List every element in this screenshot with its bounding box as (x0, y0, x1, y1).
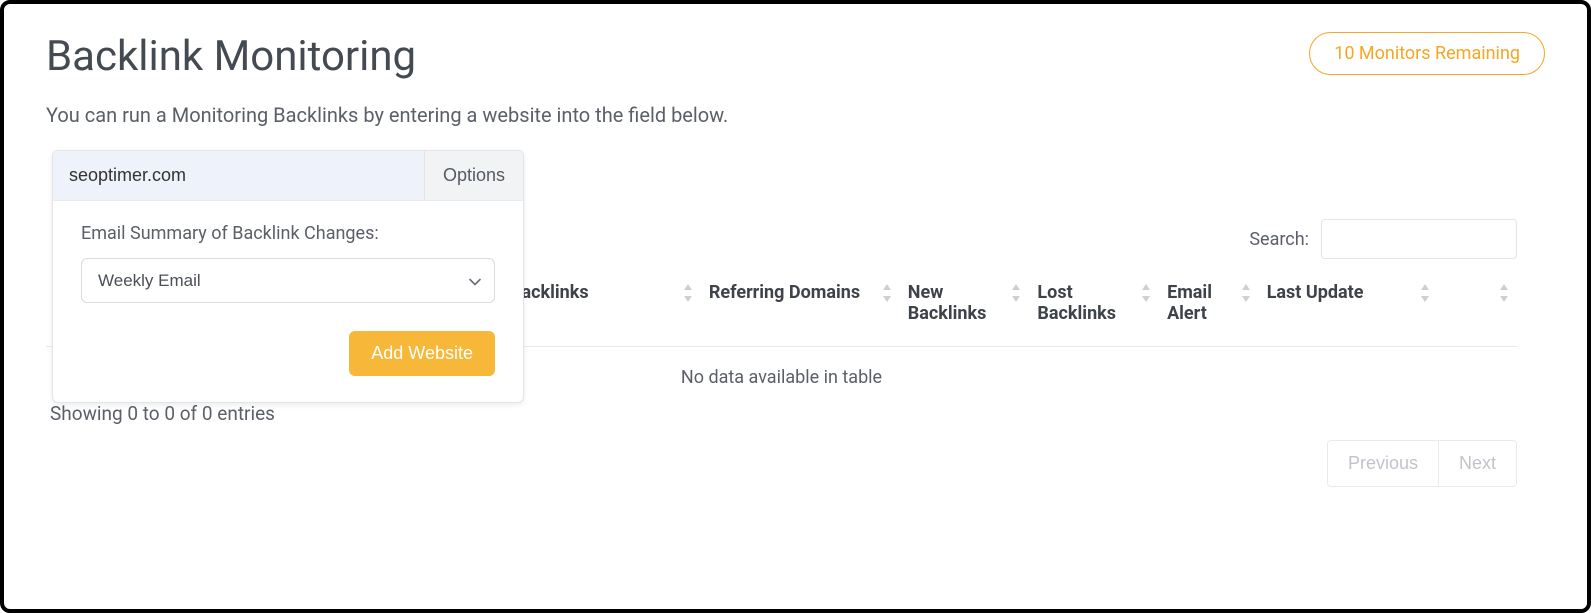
pagination: Previous Next (1327, 440, 1517, 487)
column-email-alert[interactable]: Email Alert (1159, 266, 1259, 347)
popover-header: Options (53, 151, 523, 201)
website-input-wrap (53, 151, 424, 200)
column-lost-backlinks[interactable]: Lost Backlinks (1029, 266, 1159, 347)
page-frame: Backlink Monitoring 10 Monitors Remainin… (0, 0, 1591, 613)
column-backlinks[interactable]: Backlinks (502, 266, 701, 347)
options-button[interactable]: Options (424, 151, 523, 200)
popover-actions: Add Website (81, 331, 495, 376)
search-label: Search: (1249, 229, 1309, 250)
column-label: Email Alert (1167, 282, 1212, 324)
column-label: Referring Domains (709, 282, 860, 303)
add-website-button[interactable]: Add Website (349, 331, 495, 376)
search-input[interactable] (1321, 219, 1517, 259)
column-actions[interactable] (1438, 266, 1517, 347)
column-label: Lost Backlinks (1037, 282, 1116, 324)
sort-icon (1497, 284, 1511, 302)
column-last-update[interactable]: Last Update (1259, 266, 1438, 347)
sort-icon (1139, 284, 1153, 302)
add-website-popover: Options Email Summary of Backlink Change… (52, 150, 524, 403)
email-summary-label: Email Summary of Backlink Changes: (81, 223, 495, 244)
search-toolbar: Search: (1249, 219, 1517, 259)
previous-button[interactable]: Previous (1328, 441, 1438, 486)
sort-icon (681, 284, 695, 302)
next-button[interactable]: Next (1438, 441, 1516, 486)
popover-body: Email Summary of Backlink Changes: Weekl… (53, 201, 523, 402)
email-frequency-select-wrap: Weekly Email (81, 258, 495, 303)
column-new-backlinks[interactable]: New Backlinks (900, 266, 1030, 347)
page-title: Backlink Monitoring (46, 32, 416, 81)
sort-icon (1239, 284, 1253, 302)
column-label: Last Update (1267, 282, 1364, 303)
column-referring-domains[interactable]: Referring Domains (701, 266, 900, 347)
website-url-input[interactable] (53, 151, 424, 200)
email-frequency-select[interactable]: Weekly Email (81, 258, 495, 303)
header-row: Backlink Monitoring 10 Monitors Remainin… (46, 32, 1545, 81)
monitors-remaining-badge: 10 Monitors Remaining (1309, 32, 1545, 75)
page-subtitle: You can run a Monitoring Backlinks by en… (46, 103, 1545, 127)
sort-icon (1009, 284, 1023, 302)
table-info-text: Showing 0 to 0 of 0 entries (50, 402, 275, 425)
sort-icon (1418, 284, 1432, 302)
column-label: New Backlinks (908, 282, 987, 324)
sort-icon (880, 284, 894, 302)
